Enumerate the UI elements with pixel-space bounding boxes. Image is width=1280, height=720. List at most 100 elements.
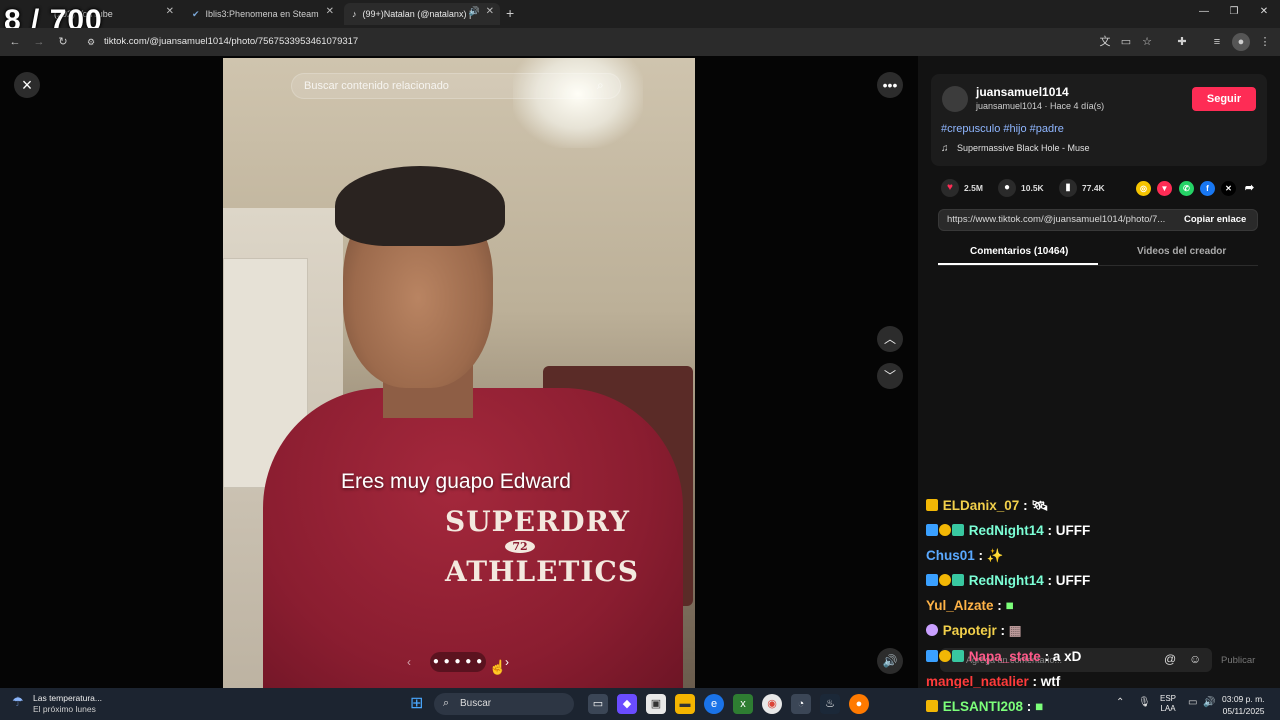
url-text[interactable]: tiktok.com/@juansamuel1014/photo/7567533… [104,36,358,47]
crown-badge-icon [926,499,938,511]
volume-button[interactable]: 🔊 [877,648,903,674]
mouse-cursor-icon: ☝ [489,659,507,675]
tab-steam[interactable]: ✔ Iblis3:Phenomena en Steam ✕ [184,3,340,25]
tray-chevron-icon[interactable]: ⌃ [1116,697,1124,708]
tab-tiktok[interactable]: ♪ (99+)Natalan (@natalanx) | 🔊 ✕ [344,3,500,25]
close-tab-icon[interactable]: ✕ [486,6,494,17]
emote-icon: ■ [1035,699,1044,714]
share-facebook-icon[interactable]: f [1200,181,1215,196]
follow-button[interactable]: Seguir [1192,87,1256,111]
steam-icon[interactable]: ♨ [820,694,840,714]
language-code: ESP [1160,694,1177,703]
carousel-prev-icon[interactable]: ‹ [400,652,418,672]
search-icon: ⌕ [443,697,450,709]
file-explorer-icon[interactable]: ▬ [675,694,695,714]
avatar[interactable] [942,86,968,112]
comment-bubble-icon[interactable]: ● [998,179,1016,197]
excel-icon[interactable]: x [733,694,753,714]
comment-count: 10.5K [1021,183,1044,193]
chat-line: Yul_Alzate : ■ [926,598,1014,613]
publish-button[interactable]: Publicar [1221,655,1255,666]
person-hair [335,166,505,246]
chat-text: UFFF [1055,573,1091,588]
browser-menu-icon[interactable]: ⋮ [1256,33,1274,51]
speaker-icon[interactable]: 🔊 [469,6,480,17]
bookmark-star-icon[interactable]: ☆ [1138,33,1156,51]
close-tab-icon[interactable]: ✕ [166,6,174,17]
post-photo[interactable] [223,58,695,688]
chrome-icon[interactable]: ◉ [762,694,782,714]
tab-divider [938,265,1258,266]
reload-icon[interactable]: ↻ [54,33,72,51]
tab-label: Iblis3:Phenomena en Steam [205,9,319,19]
like-heart-icon[interactable]: ♥ [941,179,959,197]
steam-icon: ✔ [192,8,200,19]
translate-icon[interactable]: 文 [1096,33,1114,51]
media-control-icon[interactable]: ≡ [1208,33,1226,51]
share-coin-icon[interactable]: ◎ [1136,181,1151,196]
gift-badge-icon [939,524,951,536]
mention-at-icon[interactable]: @ [1164,652,1176,666]
close-window-icon[interactable]: ✕ [1254,6,1274,22]
share-whatsapp-icon[interactable]: ✆ [1179,181,1194,196]
emoji-icon[interactable]: ☺ [1189,652,1201,666]
search-icon[interactable]: ⌕ [597,78,604,93]
edge-icon[interactable]: e [704,694,724,714]
maximize-icon[interactable]: ❐ [1224,6,1244,22]
chat-line: Chus01 : ✨ [926,548,1004,563]
chat-text: a xD [1052,649,1082,664]
taskbar-search[interactable]: Buscar [434,693,574,715]
minimize-icon[interactable]: — [1194,6,1214,22]
weather-label[interactable]: Las temperatura... [33,693,102,703]
copy-link-button[interactable]: Copiar enlace [1184,214,1246,225]
bookmark-icon[interactable]: ▮ [1059,179,1077,197]
previous-post-button[interactable]: ︿ [877,326,903,352]
app-icon[interactable]: ● [849,694,869,714]
microphone-icon[interactable]: 🎙 [1138,697,1151,708]
chat-line: ELDanix_07 : 🛰 [926,498,1048,514]
author-username[interactable]: juansamuel1014 [976,85,1069,99]
like-count: 2.5M [964,183,983,193]
close-viewer-button[interactable]: × [14,72,40,98]
subscriber-badge-icon [926,650,938,662]
tab-active-underline [938,263,1098,265]
tab-comments[interactable]: Comentarios (10464) [970,246,1068,257]
keyboard-layout: LAA [1160,704,1176,713]
profile-avatar-icon[interactable]: ● [1232,33,1250,51]
more-options-button[interactable]: ••• [877,72,903,98]
network-icon[interactable]: ▭ [1188,697,1197,708]
back-icon[interactable]: ← [6,33,24,51]
share-link-url[interactable]: https://www.tiktok.com/@juansamuel1014/p… [947,214,1165,225]
gift-badge-icon [939,574,951,586]
shirt-text-brand: SUPERDRY [445,505,630,538]
background-chandelier [513,58,643,148]
music-title[interactable]: Supermassive Black Hole - Muse [957,143,1090,153]
forward-icon[interactable]: → [30,33,48,51]
shirt-text-number: 72 [505,540,535,553]
windows-start-icon[interactable]: ⊞ [410,693,423,713]
new-tab-icon[interactable]: + [506,5,514,21]
app-icon[interactable]: ◔ [791,694,811,714]
share-x-icon[interactable]: ✕ [1221,181,1236,196]
taskbar-clock[interactable]: 03:09 p. m. 05/11/2025 [1222,693,1265,717]
share-more-icon[interactable]: ➦ [1242,181,1257,196]
tab-creator-videos[interactable]: Videos del creador [1137,246,1226,257]
close-tab-icon[interactable]: ✕ [326,6,334,17]
next-post-button[interactable]: ﹀ [877,363,903,389]
chat-line: mangel_natalier : wtf [926,674,1061,689]
post-hashtags[interactable]: #crepusculo #hijo #padre [941,123,1064,135]
volume-tray-icon[interactable]: 🔊 [1203,697,1215,708]
chat-user: Napa_state [968,649,1041,664]
site-info-icon[interactable]: ⚙ [82,33,100,51]
cast-icon[interactable]: ▭ [1117,33,1135,51]
task-view-icon[interactable]: ▭ [588,694,608,714]
share-send-icon[interactable]: ▼ [1157,181,1172,196]
extensions-icon[interactable]: ✚ [1173,33,1191,51]
weather-icon[interactable]: ☂ [12,694,24,710]
language-indicator[interactable]: ESP LAA [1160,694,1176,714]
copilot-icon[interactable]: ◆ [617,694,637,714]
tiktok-icon: ♪ [352,9,357,19]
related-search-input[interactable]: Buscar contenido relacionado [291,73,621,99]
chat-line: RedNight14 : UFFF [926,523,1090,538]
store-icon[interactable]: ▣ [646,694,666,714]
